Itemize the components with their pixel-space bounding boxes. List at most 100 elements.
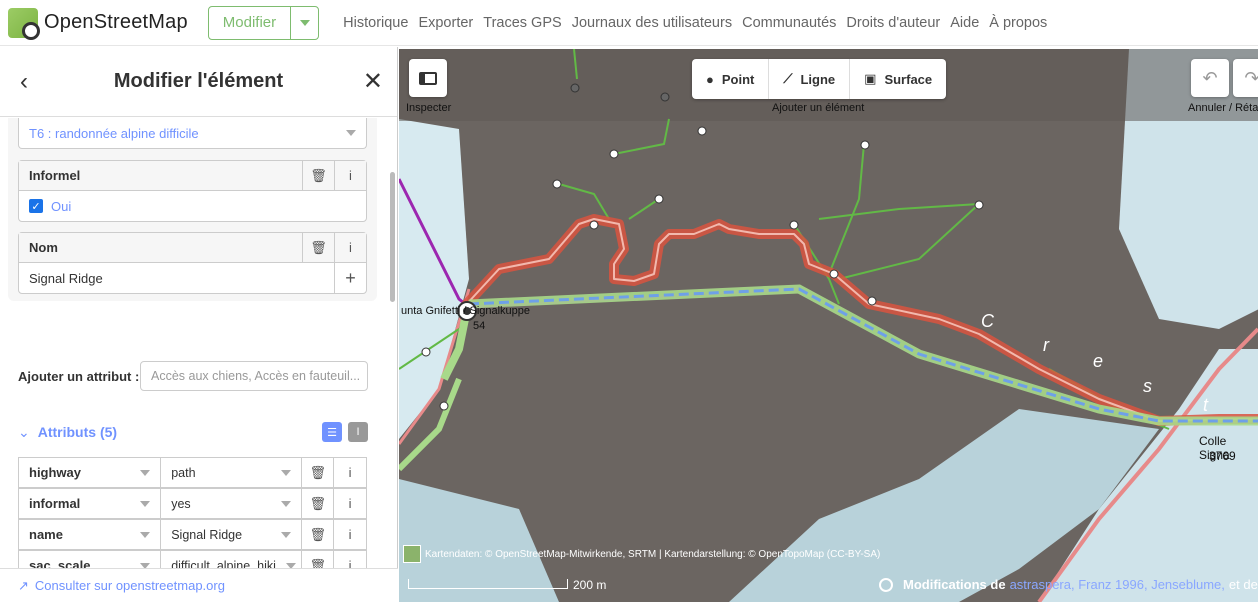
trash-icon[interactable]: 🗑 (302, 489, 335, 518)
undo-icon: ↶ (1202, 67, 1218, 88)
tag-key[interactable]: highway (19, 458, 162, 487)
view-on-osm-link[interactable]: Consulter sur openstreetmap.org (35, 578, 225, 593)
attribution-text[interactable]: Kartendaten: © OpenStreetMap-Mitwirkende… (425, 549, 880, 560)
nav-about[interactable]: À propos (989, 15, 1047, 31)
sidebar-toggle-icon (419, 71, 437, 85)
chevron-down-icon (281, 500, 292, 507)
history-middle: et de (1228, 577, 1258, 592)
chevron-down-icon: ⌄ (18, 423, 30, 440)
modify-button[interactable]: Modifier (209, 7, 290, 39)
tag-key-text: highway (29, 465, 82, 480)
chevron-down-icon (140, 469, 151, 476)
trash-icon[interactable]: 🗑 (302, 551, 335, 568)
undo-button[interactable]: ↶ (1191, 59, 1229, 97)
name-label: Nom (29, 240, 58, 255)
table-row: highway path 🗑 i (18, 457, 367, 488)
info-icon[interactable]: i (334, 160, 366, 191)
edit-history: Modifications de astraspera, Franz 1996,… (879, 577, 1258, 592)
sidebar-scroll-area[interactable]: T6 : randonnée alpine difficile Informel… (0, 118, 390, 568)
attributes-title: Attributs (5) (37, 424, 118, 440)
add-point-label: Point (721, 71, 755, 87)
plus-icon[interactable]: + (334, 263, 366, 293)
col-elevation: 3769 (1209, 449, 1236, 463)
redo-button[interactable]: ↷ (1233, 59, 1258, 97)
map-canvas[interactable]: unta Gnifetti / Signalkuppe 54 Colle Sig… (399, 49, 1258, 602)
tag-value[interactable]: Signal Ridge (161, 520, 303, 549)
redo-icon: ↷ (1244, 67, 1258, 88)
add-tag-label: Ajouter un attribut : (18, 368, 140, 384)
scale-bar[interactable] (408, 579, 568, 589)
inspect-button[interactable] (409, 59, 447, 97)
point-icon: ● (706, 71, 714, 87)
list-view-icon[interactable]: ☰ (322, 422, 342, 442)
summit-label: unta Gnifetti / Signalkuppe (401, 305, 531, 317)
sidebar-footer[interactable]: ↗ Consulter sur openstreetmap.org (0, 568, 398, 602)
info-icon[interactable]: i (334, 232, 366, 263)
table-row: informal yes 🗑 i (18, 488, 367, 519)
close-icon[interactable]: ✕ (361, 67, 385, 96)
tag-key[interactable]: sac_scale (19, 551, 162, 568)
nav-export[interactable]: Exporter (418, 15, 473, 31)
line-icon: ⟋ (783, 71, 793, 86)
nav-gps-traces[interactable]: Traces GPS (483, 15, 561, 31)
sac-scale-combo[interactable]: T6 : randonnée alpine difficile (18, 118, 367, 149)
modify-dropdown-button[interactable] (290, 6, 318, 39)
trash-icon[interactable]: 🗑 (302, 520, 335, 549)
nav-help[interactable]: Aide (950, 15, 979, 31)
chevron-down-icon (140, 531, 151, 538)
informal-checkbox[interactable]: ✓ (29, 199, 43, 213)
tag-value[interactable]: path (161, 458, 303, 487)
sidebar-title: Modifier l'élément (113, 70, 284, 92)
trash-icon[interactable]: 🗑 (302, 232, 334, 263)
inspect-label: Inspecter (406, 102, 452, 114)
area-icon: ▣ (864, 71, 877, 86)
history-users[interactable]: astraspera, Franz 1996, Jenseblume, (1010, 577, 1225, 592)
tag-key[interactable]: name (19, 520, 162, 549)
map-attribution: Kartendaten: © OpenStreetMap-Mitwirkende… (403, 545, 880, 563)
tag-key-text: name (29, 527, 63, 542)
info-icon[interactable]: i (334, 551, 366, 568)
chevron-down-icon (281, 469, 292, 476)
osm-logo-icon (8, 7, 40, 40)
crest-letter: t (1203, 395, 1209, 415)
informal-value: Oui (51, 198, 72, 214)
scale-label: 200 m (573, 578, 607, 592)
summit-elevation: 54 (473, 320, 486, 332)
trash-icon[interactable]: 🗑 (302, 458, 335, 487)
chevron-down-icon[interactable] (346, 130, 356, 136)
crest-letter: s (1143, 376, 1152, 396)
trash-icon[interactable]: 🗑 (302, 160, 334, 191)
sac-scale-value: T6 : randonnée alpine difficile (29, 125, 199, 141)
informal-label: Informel (29, 168, 81, 183)
info-icon[interactable]: i (334, 520, 366, 549)
add-point-button[interactable]: ● Point (692, 59, 770, 99)
history-clock-icon (879, 577, 893, 592)
informal-field: Informel 🗑 i ✓ Oui (18, 160, 367, 222)
info-icon[interactable]: i (334, 458, 366, 487)
main-nav: Historique Exporter Traces GPS Journaux … (343, 15, 1057, 31)
sidebar-scrollbar[interactable] (390, 172, 395, 302)
nav-history[interactable]: Historique (343, 15, 408, 31)
tag-value[interactable]: yes (161, 489, 303, 518)
nav-copyright[interactable]: Droits d'auteur (846, 15, 940, 31)
back-icon[interactable]: ‹ (12, 68, 36, 96)
text-view-icon[interactable]: I (348, 422, 368, 442)
chevron-down-icon (140, 500, 151, 507)
add-tag-input[interactable]: Accès aux chiens, Accès en fauteuil... (140, 361, 368, 391)
osm-logo[interactable]: OpenStreetMap (8, 7, 188, 40)
tag-value-text: difficult_alpine_hiki... (171, 558, 287, 569)
background-layer-thumbnail[interactable] (403, 545, 421, 563)
attributes-header[interactable]: ⌄ Attributs (5) ☰ I (18, 422, 368, 442)
name-input[interactable]: Signal Ridge (19, 271, 334, 286)
nav-communities[interactable]: Communautés (742, 15, 836, 31)
add-area-button[interactable]: ▣ Surface (850, 59, 946, 99)
tag-value-text: yes (171, 496, 191, 511)
add-area-label: Surface (884, 71, 933, 87)
add-line-button[interactable]: ⟋ Ligne (769, 59, 851, 99)
nav-user-diaries[interactable]: Journaux des utilisateurs (572, 15, 732, 31)
map-background (399, 49, 1258, 602)
tag-key[interactable]: informal (19, 489, 162, 518)
info-icon[interactable]: i (334, 489, 366, 518)
tag-value[interactable]: difficult_alpine_hiki... (161, 551, 303, 569)
tag-key-text: informal (29, 496, 81, 511)
